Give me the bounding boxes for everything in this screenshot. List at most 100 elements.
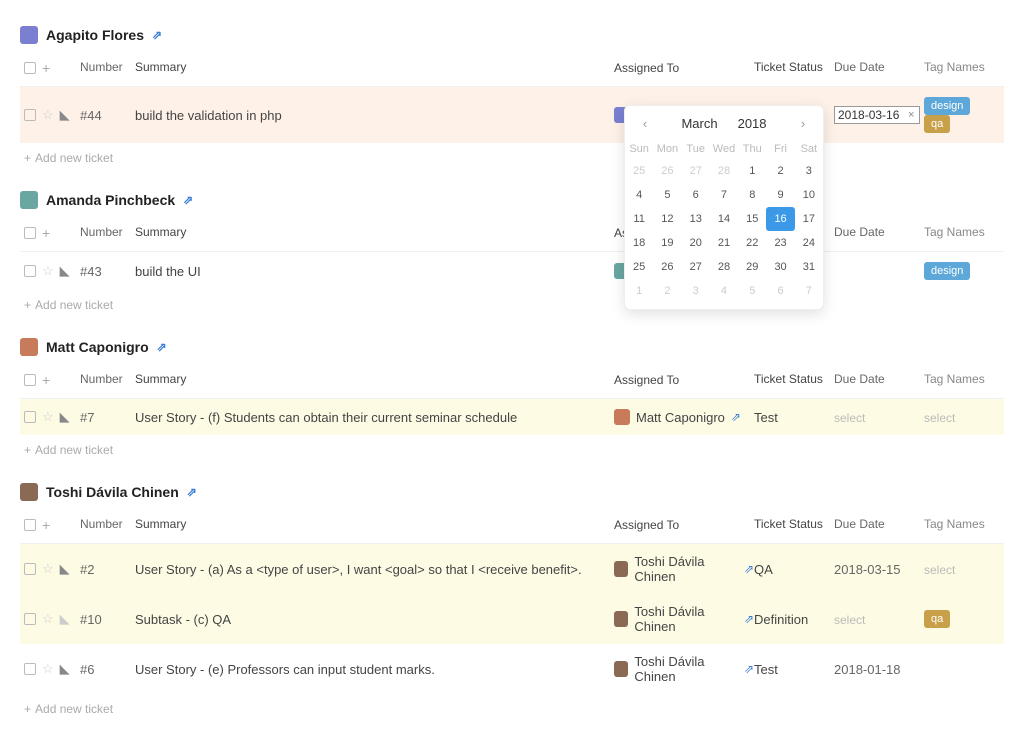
ticket-number[interactable]: #7	[80, 410, 135, 425]
external-link-icon[interactable]: ⇗	[152, 28, 162, 42]
external-link-icon[interactable]: ⇗	[157, 340, 167, 354]
datepicker-month[interactable]: March	[681, 116, 717, 131]
datepicker-year[interactable]: 2018	[738, 116, 767, 131]
ticket-assignee[interactable]: Matt Caponigro⇗	[614, 409, 754, 425]
table-row[interactable]: ☆◣#7User Story - (f) Students can obtain…	[20, 399, 1004, 435]
external-link-icon[interactable]: ⇗	[744, 562, 754, 576]
ticket-due-date[interactable]: select	[834, 410, 924, 425]
select-all-checkbox[interactable]	[24, 227, 36, 239]
bookmark-icon[interactable]: ◣	[60, 611, 70, 627]
row-checkbox[interactable]	[24, 411, 36, 423]
clear-date-icon[interactable]: ×	[906, 109, 916, 121]
due-date-select[interactable]: select	[834, 613, 865, 627]
ticket-number[interactable]: #44	[80, 108, 135, 123]
star-icon[interactable]: ☆	[42, 263, 54, 279]
table-row[interactable]: ☆◣#10Subtask - (c) QAToshi Dávila Chinen…	[20, 594, 1004, 644]
add-new-ticket-button[interactable]: +Add new ticket	[20, 143, 1004, 165]
row-checkbox[interactable]	[24, 109, 36, 121]
column-header-summary[interactable]: Summary	[135, 60, 614, 76]
tags-select[interactable]: select	[924, 563, 955, 577]
column-header-number[interactable]: Number	[80, 225, 135, 241]
datepicker-day[interactable]: 31	[795, 255, 823, 279]
column-header-due[interactable]: Due Date	[834, 60, 924, 76]
ticket-due-date[interactable]: ×	[834, 106, 924, 124]
datepicker-day[interactable]: 17	[795, 207, 823, 231]
datepicker-day[interactable]: 4	[710, 279, 738, 303]
tag-badge[interactable]: qa	[924, 610, 950, 628]
ticket-summary[interactable]: User Story - (e) Professors can input st…	[135, 662, 614, 677]
datepicker-day[interactable]: 20	[682, 231, 710, 255]
add-new-ticket-button[interactable]: +Add new ticket	[20, 435, 1004, 457]
column-header-tags[interactable]: Tag Names	[924, 60, 1004, 76]
prev-month-button[interactable]: ‹	[635, 116, 655, 131]
column-header-assigned[interactable]: Assigned To	[614, 60, 754, 76]
datepicker-day[interactable]: 11	[625, 207, 653, 231]
add-icon[interactable]: +	[42, 372, 50, 388]
star-icon[interactable]: ☆	[42, 611, 54, 627]
datepicker-day[interactable]: 2	[766, 159, 794, 183]
ticket-due-date[interactable]: select	[834, 612, 924, 627]
datepicker-day[interactable]: 26	[653, 159, 681, 183]
column-header-due[interactable]: Due Date	[834, 372, 924, 388]
datepicker-day[interactable]: 1	[625, 279, 653, 303]
column-header-number[interactable]: Number	[80, 60, 135, 76]
column-header-due[interactable]: Due Date	[834, 225, 924, 241]
column-header-summary[interactable]: Summary	[135, 517, 614, 533]
add-icon[interactable]: +	[42, 517, 50, 533]
datepicker-day[interactable]: 19	[653, 231, 681, 255]
table-row[interactable]: ☆◣#43build the UIAmanda Pincdesign	[20, 252, 1004, 290]
ticket-status[interactable]: Test	[754, 410, 834, 425]
ticket-summary[interactable]: Subtask - (c) QA	[135, 612, 614, 627]
star-icon[interactable]: ☆	[42, 107, 54, 123]
due-date-select[interactable]: select	[834, 411, 865, 425]
datepicker-day[interactable]: 25	[625, 159, 653, 183]
bookmark-icon[interactable]: ◣	[60, 661, 70, 677]
datepicker-day[interactable]: 12	[653, 207, 681, 231]
datepicker-day[interactable]: 5	[653, 183, 681, 207]
next-month-button[interactable]: ›	[793, 116, 813, 131]
ticket-summary[interactable]: build the UI	[135, 264, 614, 279]
ticket-tags[interactable]: designqa	[924, 97, 1004, 133]
add-new-ticket-button[interactable]: +Add new ticket	[20, 290, 1004, 312]
ticket-assignee[interactable]: Toshi Dávila Chinen⇗	[614, 604, 754, 634]
datepicker-day[interactable]: 2	[653, 279, 681, 303]
external-link-icon[interactable]: ⇗	[731, 410, 741, 424]
ticket-number[interactable]: #43	[80, 264, 135, 279]
datepicker-day[interactable]: 4	[625, 183, 653, 207]
star-icon[interactable]: ☆	[42, 409, 54, 425]
date-picker[interactable]: ‹ March 2018 › SunMonTueWedThuFriSat2526…	[624, 105, 824, 310]
external-link-icon[interactable]: ⇗	[183, 193, 193, 207]
ticket-summary[interactable]: User Story - (a) As a <type of user>, I …	[135, 562, 614, 577]
datepicker-day[interactable]: 6	[766, 279, 794, 303]
datepicker-day[interactable]: 3	[795, 159, 823, 183]
add-icon[interactable]: +	[42, 225, 50, 241]
ticket-tags[interactable]: select	[924, 410, 1004, 425]
column-header-assigned[interactable]: Assigned To	[614, 372, 754, 388]
datepicker-day[interactable]: 30	[766, 255, 794, 279]
tag-badge[interactable]: design	[924, 262, 970, 280]
datepicker-day[interactable]: 27	[682, 255, 710, 279]
datepicker-day[interactable]: 13	[682, 207, 710, 231]
datepicker-day-selected[interactable]: 16	[766, 207, 794, 231]
datepicker-day[interactable]: 3	[682, 279, 710, 303]
column-header-summary[interactable]: Summary	[135, 225, 614, 241]
ticket-tags[interactable]: select	[924, 562, 1004, 577]
due-date-input-wrap[interactable]: ×	[834, 106, 920, 124]
ticket-summary[interactable]: build the validation in php	[135, 108, 614, 123]
add-icon[interactable]: +	[42, 60, 50, 76]
bookmark-icon[interactable]: ◣	[60, 107, 70, 123]
bookmark-icon[interactable]: ◣	[60, 409, 70, 425]
datepicker-day[interactable]: 22	[738, 231, 766, 255]
ticket-status[interactable]: Test	[754, 662, 834, 677]
external-link-icon[interactable]: ⇗	[744, 612, 754, 626]
column-header-tags[interactable]: Tag Names	[924, 517, 1004, 533]
row-checkbox[interactable]	[24, 663, 36, 675]
datepicker-day[interactable]: 21	[710, 231, 738, 255]
tag-badge[interactable]: qa	[924, 115, 950, 133]
due-date-input[interactable]	[838, 108, 906, 122]
datepicker-day[interactable]: 7	[710, 183, 738, 207]
table-row[interactable]: ☆◣#44build the validation in phpAgapito …	[20, 87, 1004, 143]
bookmark-icon[interactable]: ◣	[60, 263, 70, 279]
star-icon[interactable]: ☆	[42, 661, 54, 677]
column-header-summary[interactable]: Summary	[135, 372, 614, 388]
